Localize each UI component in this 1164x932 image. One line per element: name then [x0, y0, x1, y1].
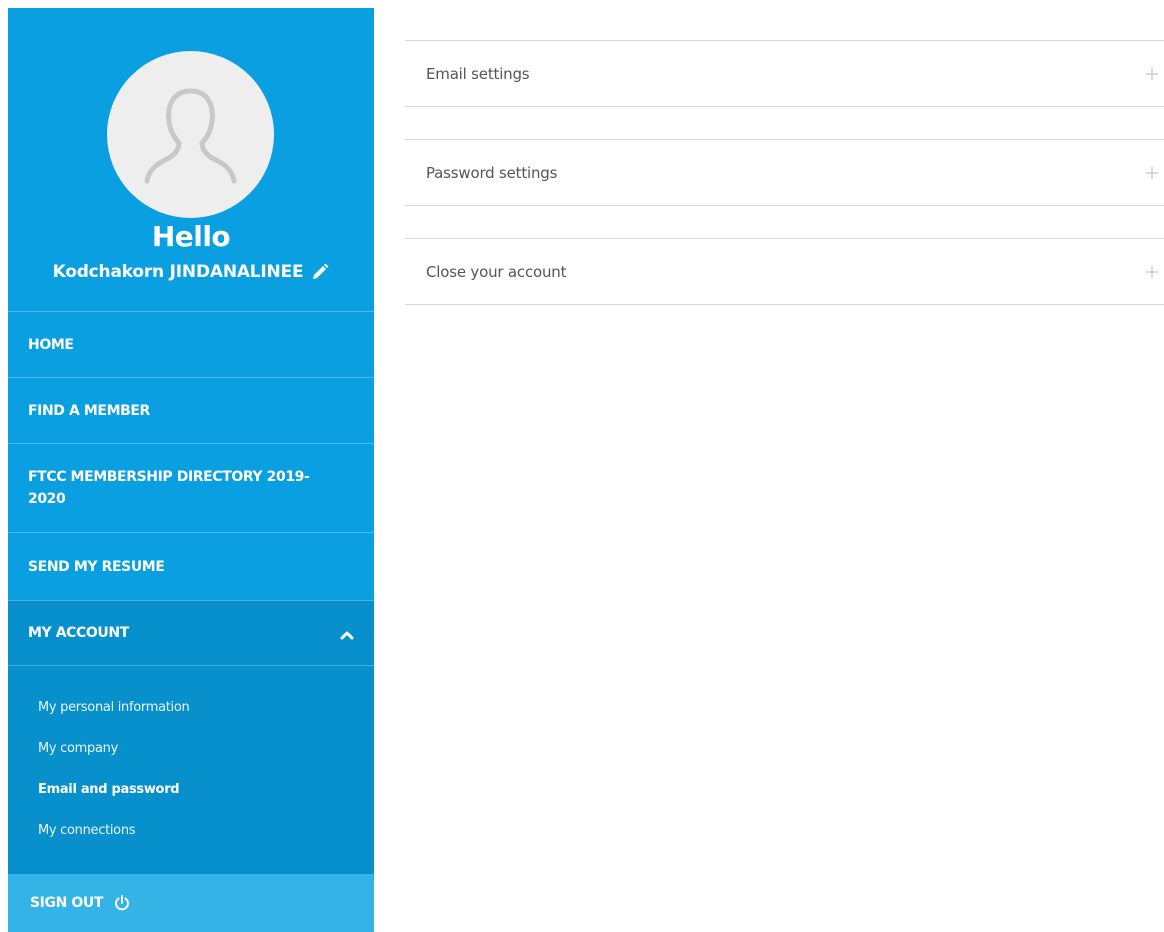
nav-item-label: MY ACCOUNT [28, 625, 129, 641]
email-settings-panel[interactable]: Email settings [405, 40, 1164, 107]
panel-title: Password settings [426, 163, 558, 182]
user-name: Kodchakorn JINDANALINEE [52, 262, 304, 282]
user-row: Kodchakorn JINDANALINEE [8, 262, 374, 282]
plus-icon[interactable] [1144, 165, 1160, 181]
my-account-submenu: My personal information My company Email… [8, 666, 374, 874]
chevron-up-icon[interactable] [340, 628, 354, 640]
avatar[interactable] [107, 51, 274, 218]
password-settings-panel[interactable]: Password settings [405, 139, 1164, 206]
submenu-item-personal-information[interactable]: My personal information [8, 692, 374, 733]
nav-item-membership-directory[interactable]: FTCC MEMBERSHIP DIRECTORY 2019-2020 [8, 443, 374, 532]
nav-item-label: HOME [28, 336, 74, 353]
panel-title: Close your account [426, 262, 567, 281]
submenu-item-email-and-password[interactable]: Email and password [8, 774, 374, 815]
nav-item-send-resume[interactable]: SEND MY RESUME [8, 532, 374, 600]
submenu-item-my-connections[interactable]: My connections [8, 815, 374, 856]
plus-icon[interactable] [1144, 264, 1160, 280]
submenu-item-my-company[interactable]: My company [8, 733, 374, 774]
plus-icon[interactable] [1144, 66, 1160, 82]
sidebar-nav: HOME FIND A MEMBER FTCC MEMBERSHIP DIREC… [8, 311, 374, 874]
nav-item-my-account[interactable]: MY ACCOUNT [8, 600, 374, 666]
greeting: Hello [151, 220, 231, 253]
close-account-panel[interactable]: Close your account [405, 238, 1164, 305]
panel-title: Email settings [426, 64, 530, 83]
nav-item-label: FTCC MEMBERSHIP DIRECTORY 2019-2020 [28, 469, 310, 507]
nav-item-find-member[interactable]: FIND A MEMBER [8, 377, 374, 443]
nav-item-home[interactable]: HOME [8, 311, 374, 377]
profile-section: Hello Kodchakorn JINDANALINEE [8, 8, 374, 311]
sign-out-label: SIGN OUT [30, 895, 103, 911]
user-placeholder-icon [144, 88, 237, 184]
nav-item-label: FIND A MEMBER [28, 402, 150, 419]
pencil-icon[interactable] [311, 263, 329, 281]
sidebar: Hello Kodchakorn JINDANALINEE HOME FIND … [8, 8, 374, 932]
nav-item-label: SEND MY RESUME [28, 558, 165, 575]
power-icon [113, 894, 131, 912]
sign-out-button[interactable]: SIGN OUT [8, 874, 374, 932]
